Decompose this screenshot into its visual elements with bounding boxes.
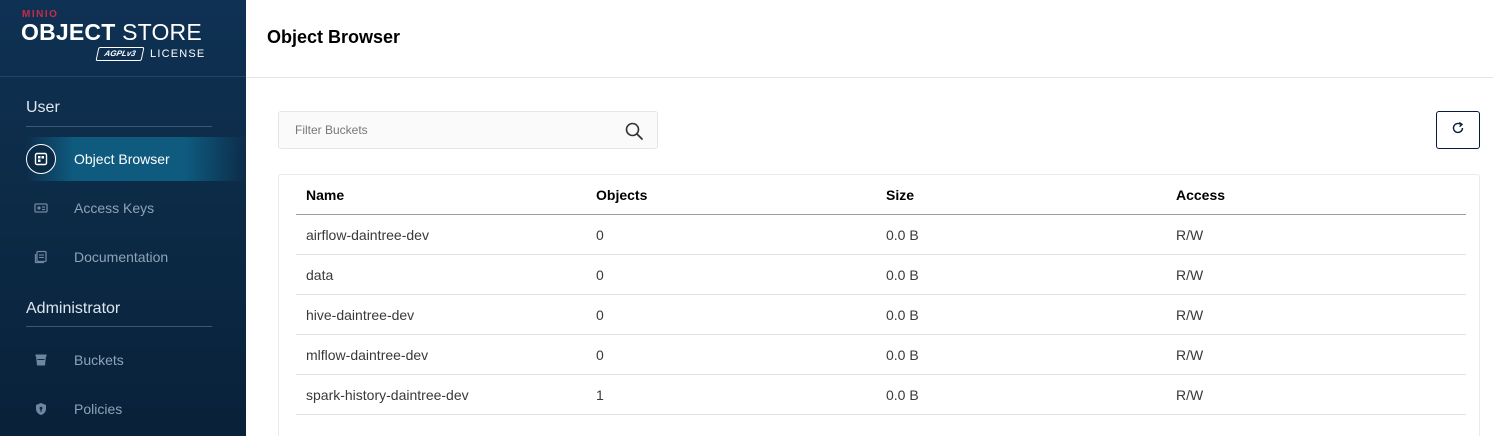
bucket-objects: 1 — [596, 387, 604, 403]
sidebar-item-policies[interactable]: Policies — [0, 387, 246, 431]
logo-product: OBJECT STORE — [21, 19, 202, 45]
table-header: Name Objects Size Access — [296, 175, 1466, 215]
column-header-objects[interactable]: Objects — [596, 187, 647, 203]
buckets-table: Name Objects Size Access airflow-daintre… — [278, 174, 1480, 436]
license-badge: AGPLv3 — [95, 47, 145, 61]
bucket-access: R/W — [1176, 387, 1204, 403]
filter-buckets — [278, 111, 658, 149]
sidebar-item-label: Buckets — [74, 352, 124, 368]
column-header-size[interactable]: Size — [886, 187, 914, 203]
bucket-name: mlflow-daintree-dev — [306, 347, 429, 363]
sidebar-item-label: Policies — [74, 401, 123, 417]
bucket-access: R/W — [1176, 227, 1204, 243]
sidebar-item-label: Documentation — [74, 249, 169, 265]
access-keys-icon — [26, 193, 56, 223]
section-divider — [26, 126, 212, 127]
filter-buckets-input[interactable] — [279, 112, 609, 148]
sidebar-item-buckets[interactable]: Buckets — [0, 338, 246, 382]
table-row[interactable]: mlflow-daintree-dev 0 0.0 B R/W — [296, 335, 1466, 375]
refresh-button[interactable] — [1436, 111, 1480, 149]
section-title-user: User — [26, 99, 60, 116]
bucket-access: R/W — [1176, 347, 1204, 363]
bucket-objects: 0 — [596, 347, 604, 363]
sidebar-item-access-keys[interactable]: Access Keys — [0, 186, 246, 230]
page-header: Object Browser — [246, 0, 1493, 78]
sidebar-item-label: Access Keys — [74, 200, 155, 216]
logo-license-text: LICENSE — [150, 48, 206, 60]
page-title: Object Browser — [267, 27, 401, 47]
sidebar-item-label: Object Browser — [74, 151, 170, 167]
bucket-size: 0.0 B — [886, 387, 919, 403]
table-row[interactable]: spark-history-daintree-dev 1 0.0 B R/W — [296, 375, 1466, 415]
documentation-icon — [26, 242, 56, 272]
sidebar: MINIO OBJECT STORE AGPLv3 LICENSE User O… — [0, 0, 246, 436]
section-divider — [26, 326, 212, 327]
bucket-access: R/W — [1176, 267, 1204, 283]
bucket-access: R/W — [1176, 307, 1204, 323]
table-row[interactable]: data 0 0.0 B R/W — [296, 255, 1466, 295]
table-row[interactable]: hive-daintree-dev 0 0.0 B R/W — [296, 295, 1466, 335]
policies-icon — [26, 394, 56, 424]
bucket-size: 0.0 B — [886, 347, 919, 363]
bucket-objects: 0 — [596, 307, 604, 323]
bucket-size: 0.0 B — [886, 267, 919, 283]
bucket-name: hive-daintree-dev — [306, 307, 415, 323]
bucket-name: airflow-daintree-dev — [306, 227, 429, 243]
table-row[interactable]: airflow-daintree-dev 0 0.0 B R/W — [296, 215, 1466, 255]
buckets-icon — [26, 345, 56, 375]
object-browser-icon — [26, 144, 56, 174]
sidebar-item-documentation[interactable]: Documentation — [0, 235, 246, 279]
bucket-size: 0.0 B — [886, 227, 919, 243]
bucket-size: 0.0 B — [886, 307, 919, 323]
logo[interactable]: MINIO OBJECT STORE AGPLv3 LICENSE — [0, 0, 246, 77]
bucket-name: data — [306, 267, 334, 283]
column-header-name[interactable]: Name — [306, 187, 344, 203]
refresh-icon — [1451, 121, 1465, 140]
column-header-access[interactable]: Access — [1176, 187, 1225, 203]
bucket-objects: 0 — [596, 267, 604, 283]
section-title-administrator: Administrator — [26, 300, 121, 317]
search-icon[interactable] — [624, 121, 644, 141]
sidebar-item-object-browser[interactable]: Object Browser — [0, 137, 246, 181]
bucket-name: spark-history-daintree-dev — [306, 387, 469, 403]
bucket-objects: 0 — [596, 227, 604, 243]
